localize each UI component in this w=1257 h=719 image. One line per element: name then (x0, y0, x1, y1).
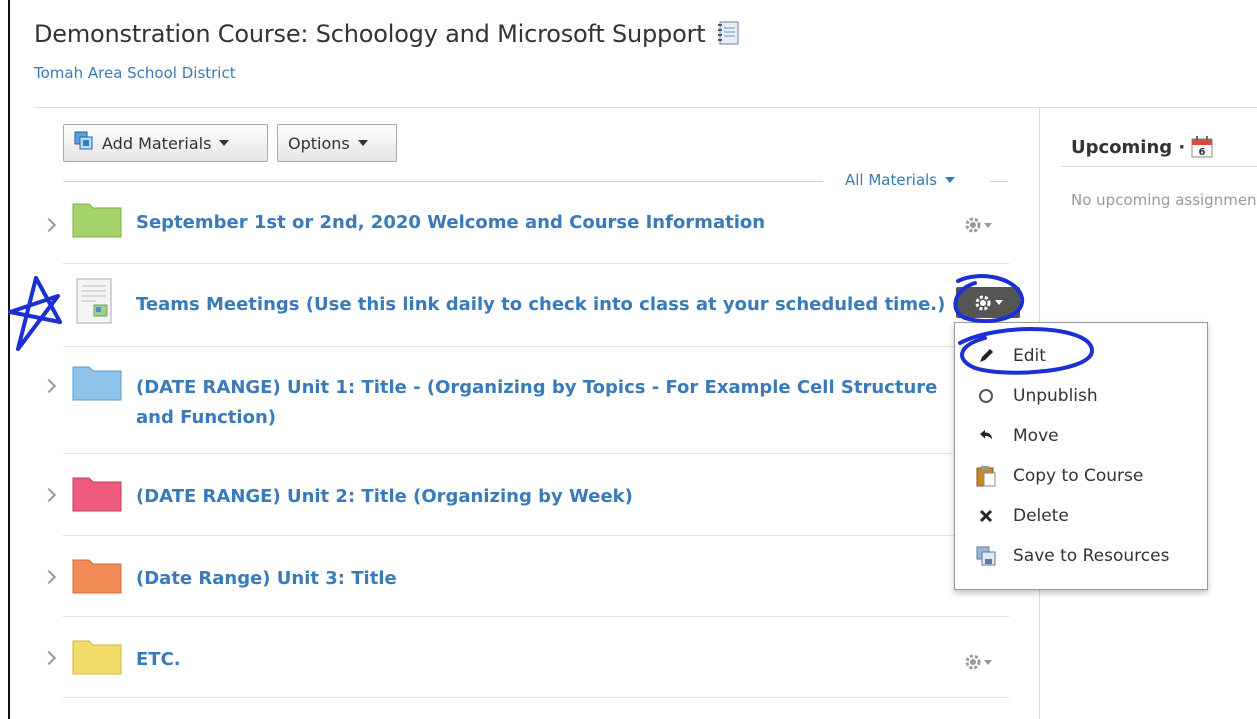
header-divider (34, 107, 1257, 108)
move-arrow-icon (975, 425, 997, 447)
menu-item-label: Save to Resources (1013, 546, 1170, 566)
upcoming-divider (1061, 166, 1257, 167)
chevron-down-icon (945, 177, 956, 183)
material-title-continued[interactable]: and Function) (136, 405, 276, 430)
material-row-folder[interactable]: (Date Range) Unit 3: Title (34, 536, 1009, 616)
all-materials-filter[interactable]: All Materials (845, 171, 956, 189)
row-gear-button[interactable] (964, 653, 992, 671)
pencil-icon (975, 345, 997, 367)
menu-item-move[interactable]: Move (955, 416, 1207, 456)
course-title-text: Demonstration Course: Schoology and Micr… (34, 20, 706, 48)
chevron-down-icon (984, 659, 992, 665)
row-gear-button[interactable] (964, 216, 992, 234)
add-materials-button[interactable]: Add Materials (63, 124, 268, 162)
row-divider (63, 697, 1009, 698)
folder-icon (72, 640, 122, 675)
filter-divider-right (990, 181, 1008, 182)
material-title[interactable]: September 1st or 2nd, 2020 Welcome and C… (136, 210, 765, 235)
filter-label: All Materials (845, 171, 938, 189)
save-resources-icon (975, 545, 997, 567)
folder-icon (72, 559, 122, 594)
gear-icon (965, 217, 981, 233)
chevron-down-icon (984, 222, 992, 228)
add-materials-icon (74, 131, 94, 155)
menu-item-delete[interactable]: Delete (955, 496, 1207, 536)
calendar-icon[interactable]: 6 (1191, 136, 1213, 158)
course-title: Demonstration Course: Schoology and Micr… (34, 20, 739, 51)
upcoming-label: Upcoming · (1071, 136, 1186, 158)
filter-divider (63, 181, 823, 182)
chevron-right-icon[interactable] (41, 487, 57, 503)
no-upcoming-text: No upcoming assignments or events (1071, 191, 1257, 209)
material-row-folder[interactable]: (DATE RANGE) Unit 1: Title - (Organizing… (34, 347, 1009, 453)
menu-item-label: Move (1013, 426, 1059, 446)
row-gear-button-active[interactable] (956, 287, 1020, 318)
chevron-down-icon (994, 300, 1003, 305)
material-row-folder[interactable]: ETC. (34, 617, 1009, 697)
folder-icon (72, 366, 122, 401)
menu-item-unpublish[interactable]: Unpublish (955, 376, 1207, 416)
add-materials-label: Add Materials (102, 133, 212, 153)
district-link[interactable]: Tomah Area School District (34, 64, 236, 82)
gear-icon (965, 654, 981, 670)
page-icon (76, 278, 112, 324)
chevron-right-icon[interactable] (41, 569, 57, 585)
gear-icon (975, 295, 990, 310)
upcoming-heading: Upcoming · 6 (1071, 136, 1213, 158)
material-title[interactable]: Teams Meetings (Use this link daily to c… (136, 292, 945, 317)
material-row-folder[interactable]: September 1st or 2nd, 2020 Welcome and C… (34, 196, 1009, 262)
menu-item-label: Edit (1013, 346, 1046, 366)
menu-item-copy-to-course[interactable]: Copy to Course (955, 456, 1207, 496)
x-icon (975, 505, 997, 527)
context-menu: Edit Unpublish Move Copy to Course Delet… (954, 322, 1208, 590)
chevron-down-icon (357, 140, 368, 146)
menu-item-save-to-resources[interactable]: Save to Resources (955, 536, 1207, 576)
menu-item-edit[interactable]: Edit (955, 336, 1207, 376)
menu-item-label: Copy to Course (1013, 466, 1144, 486)
folder-icon (72, 477, 122, 512)
material-title[interactable]: (Date Range) Unit 3: Title (136, 566, 397, 591)
material-title[interactable]: (DATE RANGE) Unit 1: Title - (Organizing… (136, 375, 937, 400)
material-title[interactable]: ETC. (136, 647, 181, 672)
calendar-day: 6 (1199, 147, 1206, 158)
menu-item-label: Unpublish (1013, 386, 1098, 406)
circle-icon (975, 385, 997, 407)
notebook-icon (717, 21, 739, 51)
options-button[interactable]: Options (277, 124, 397, 162)
chevron-down-icon (219, 140, 230, 146)
material-title[interactable]: (DATE RANGE) Unit 2: Title (Organizing b… (136, 484, 633, 509)
material-row-folder[interactable]: (DATE RANGE) Unit 2: Title (Organizing b… (34, 454, 1009, 534)
options-label: Options (288, 133, 350, 153)
folder-icon (72, 203, 122, 238)
clipboard-icon (975, 465, 997, 487)
chevron-right-icon[interactable] (41, 217, 57, 233)
chevron-right-icon[interactable] (41, 650, 57, 666)
menu-item-label: Delete (1013, 506, 1069, 526)
material-row-page[interactable]: Teams Meetings (Use this link daily to c… (34, 264, 1009, 346)
chevron-right-icon[interactable] (41, 378, 57, 394)
